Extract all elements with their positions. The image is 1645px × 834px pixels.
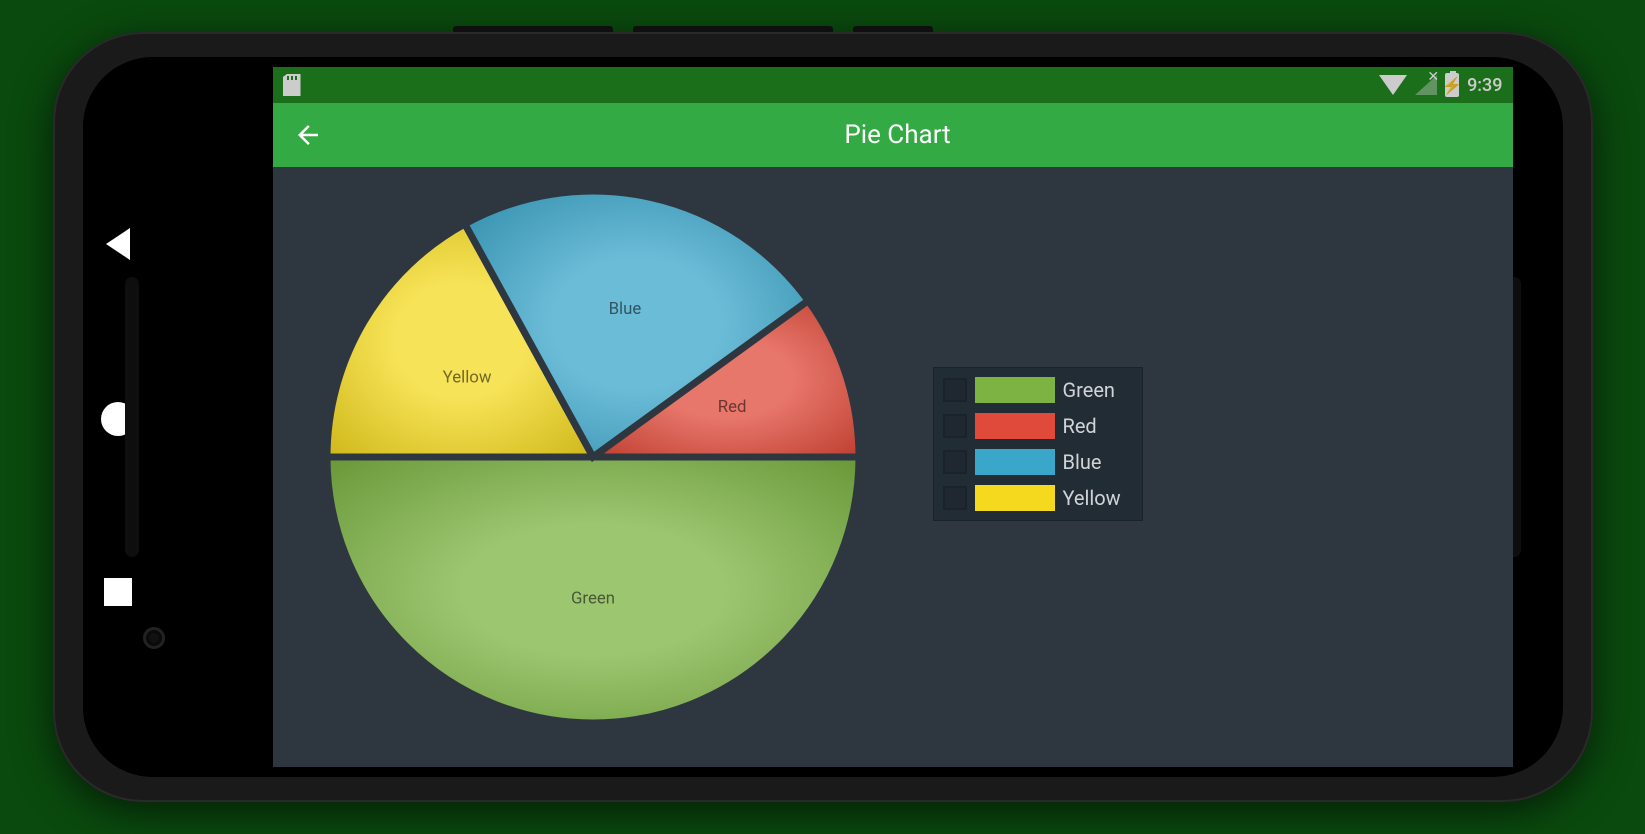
slice-label-blue: Blue bbox=[608, 299, 641, 319]
legend-item-green[interactable]: Green bbox=[938, 372, 1138, 408]
legend-item-red[interactable]: Red bbox=[938, 408, 1138, 444]
legend-item-blue[interactable]: Blue bbox=[938, 444, 1138, 480]
app-title: Pie Chart bbox=[303, 120, 1493, 150]
legend-swatch bbox=[975, 449, 1055, 475]
legend-label: Green bbox=[1063, 378, 1133, 402]
sdcard-icon bbox=[283, 74, 301, 96]
legend-swatch bbox=[975, 485, 1055, 511]
speaker bbox=[125, 277, 139, 557]
legend-swatch bbox=[975, 377, 1055, 403]
battery-icon: ⚡ bbox=[1445, 73, 1459, 97]
slice-label-red: Red bbox=[717, 397, 746, 417]
hardware-button bbox=[853, 26, 933, 32]
status-bar: ⚡ 9:39 bbox=[273, 67, 1513, 103]
slice-label-green: Green bbox=[570, 588, 614, 608]
front-camera bbox=[143, 627, 165, 649]
legend-swatch bbox=[975, 413, 1055, 439]
pie-chart[interactable]: Green Yellow Blue Red bbox=[313, 177, 873, 737]
app-bar: Pie Chart bbox=[273, 103, 1513, 167]
hardware-button bbox=[453, 26, 613, 32]
legend-checkbox[interactable] bbox=[943, 450, 967, 474]
legend-label: Blue bbox=[1063, 450, 1133, 474]
legend-label: Red bbox=[1063, 414, 1133, 438]
legend-label: Yellow bbox=[1063, 486, 1133, 510]
signal-icon bbox=[1415, 75, 1437, 95]
chart-content: Green Yellow Blue Red Green Red Blue Yellow bbox=[273, 167, 1513, 767]
legend-item-yellow[interactable]: Yellow bbox=[938, 480, 1138, 516]
clock: 9:39 bbox=[1467, 75, 1502, 96]
legend-checkbox[interactable] bbox=[943, 378, 967, 402]
wifi-icon bbox=[1379, 75, 1407, 95]
back-nav-icon[interactable] bbox=[106, 228, 130, 260]
legend: Green Red Blue Yellow bbox=[933, 367, 1143, 521]
slice-label-yellow: Yellow bbox=[442, 368, 491, 388]
device-frame: ⚡ 9:39 Pie Chart Green Yellow Blue Red Gree… bbox=[53, 32, 1593, 802]
legend-checkbox[interactable] bbox=[943, 414, 967, 438]
legend-checkbox[interactable] bbox=[943, 486, 967, 510]
android-nav-bar bbox=[83, 57, 153, 777]
recents-nav-icon[interactable] bbox=[104, 578, 132, 606]
hardware-button bbox=[633, 26, 833, 32]
screen: ⚡ 9:39 Pie Chart Green Yellow Blue Red Gree… bbox=[273, 67, 1513, 767]
